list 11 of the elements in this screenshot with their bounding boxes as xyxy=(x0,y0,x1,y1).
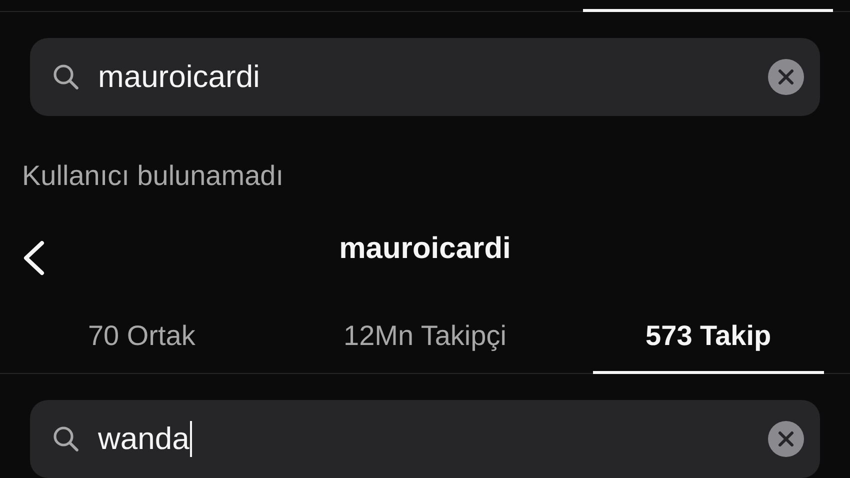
search-icon xyxy=(52,62,80,91)
tab[interactable]: 573 Takip xyxy=(636,311,782,361)
search-field[interactable]: mauroicardi xyxy=(30,38,820,116)
search-icon xyxy=(52,425,80,453)
empty-message: Kullanıcı bulunamadı xyxy=(22,160,284,191)
profile-title: mauroicardi xyxy=(339,232,511,266)
tab[interactable]: 12Mn Takipçi xyxy=(334,311,516,361)
tab[interactable]: 70 Ortak xyxy=(78,311,206,361)
clear-icon[interactable] xyxy=(768,58,804,95)
clear-icon[interactable] xyxy=(768,421,804,457)
search-field[interactable]: wanda xyxy=(30,400,820,478)
